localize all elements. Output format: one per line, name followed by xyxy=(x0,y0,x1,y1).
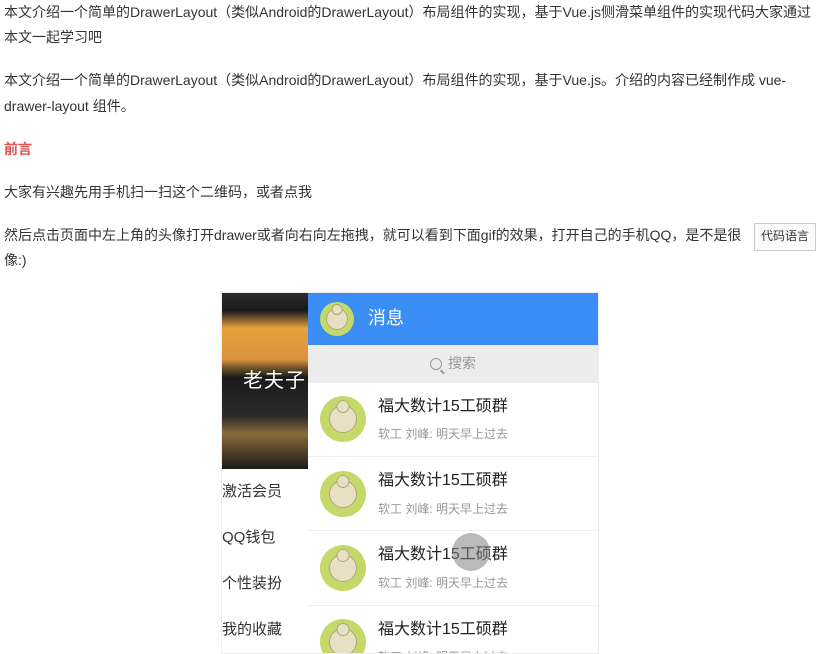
search-bar[interactable]: 搜索 xyxy=(308,345,598,383)
drawer-hero-label: 老夫子 xyxy=(243,363,306,399)
chat-subtitle: 软工 刘峰: 明天早上过去 xyxy=(378,424,586,446)
chat-meta: 福大数计15工硕群 软工 刘峰: 明天早上过去 xyxy=(378,393,586,446)
titlebar-title: 消息 xyxy=(368,302,404,334)
drawer-panel[interactable]: 老夫子 激活会员 QQ钱包 个性装扮 我的收藏 xyxy=(222,293,308,653)
chat-title: 福大数计15工硕群 xyxy=(378,616,586,645)
drawer-item-wallet[interactable]: QQ钱包 xyxy=(222,515,308,561)
paragraph-qr: 大家有兴趣先用手机扫一扫这个二维码，或者点我 xyxy=(4,180,816,205)
intro-paragraph-2: 本文介绍一个简单的DrawerLayout（类似Android的DrawerLa… xyxy=(4,68,816,118)
drawer-hero: 老夫子 xyxy=(222,293,308,469)
chat-subtitle: 软工 刘峰: 明天早上过去 xyxy=(378,499,586,521)
paragraph-drawer-desc-text: 然后点击页面中左上角的头像打开drawer或者向右向左拖拽，就可以看到下面gif… xyxy=(4,227,741,268)
code-language-label[interactable]: 代码语言 xyxy=(754,223,816,251)
list-item[interactable]: 福大数计15工硕群 软工 刘峰: 明天早上过去 xyxy=(308,383,598,457)
chat-list: 福大数计15工硕群 软工 刘峰: 明天早上过去 福大数计15工硕群 软工 刘峰:… xyxy=(308,383,598,653)
intro-paragraph-1: 本文介绍一个简单的DrawerLayout（类似Android的DrawerLa… xyxy=(4,0,816,50)
avatar-icon xyxy=(329,480,357,508)
drawer-item-vip[interactable]: 激活会员 xyxy=(222,469,308,515)
chat-avatar xyxy=(320,619,366,652)
avatar-icon xyxy=(329,405,357,433)
chat-title: 福大数计15工硕群 xyxy=(378,467,586,496)
avatar-icon xyxy=(326,308,348,330)
titlebar: 消息 xyxy=(308,293,598,345)
phone-demo: 老夫子 激活会员 QQ钱包 个性装扮 我的收藏 消息 xyxy=(221,292,599,654)
chat-avatar xyxy=(320,396,366,442)
list-item[interactable]: 福大数计15工硕群 软工 刘峰: 明天早上过去 xyxy=(308,606,598,653)
drawer-menu: 激活会员 QQ钱包 个性装扮 我的收藏 xyxy=(222,469,308,653)
chat-title: 福大数计15工硕群 xyxy=(378,541,586,570)
chat-meta: 福大数计15工硕群 软工 刘峰: 明天早上过去 xyxy=(378,541,586,594)
drawer-item-theme[interactable]: 个性装扮 xyxy=(222,561,308,607)
list-item[interactable]: 福大数计15工硕群 软工 刘峰: 明天早上过去 xyxy=(308,531,598,605)
avatar-button[interactable] xyxy=(320,302,354,336)
avatar-icon xyxy=(329,554,357,582)
chat-subtitle: 软工 刘峰: 明天早上过去 xyxy=(378,573,586,595)
chat-avatar xyxy=(320,471,366,517)
avatar-icon xyxy=(329,628,357,652)
paragraph-drawer-desc: 代码语言 然后点击页面中左上角的头像打开drawer或者向右向左拖拽，就可以看到… xyxy=(4,223,816,273)
phone-demo-wrap: 老夫子 激活会员 QQ钱包 个性装扮 我的收藏 消息 xyxy=(4,292,816,654)
main-content: 消息 搜索 福大数计15工硕群 软工 刘峰: 明天早上过去 xyxy=(308,293,598,653)
search-placeholder: 搜索 xyxy=(448,351,476,376)
search-icon xyxy=(430,358,442,370)
chat-meta: 福大数计15工硕群 软工 刘峰: 明天早上过去 xyxy=(378,616,586,653)
chat-subtitle: 软工 刘峰: 明天早上过去 xyxy=(378,647,586,652)
article-body: 本文介绍一个简单的DrawerLayout（类似Android的DrawerLa… xyxy=(0,0,820,654)
chat-meta: 福大数计15工硕群 软工 刘峰: 明天早上过去 xyxy=(378,467,586,520)
chat-avatar xyxy=(320,545,366,591)
section-heading-foreword: 前言 xyxy=(4,137,816,162)
list-item[interactable]: 福大数计15工硕群 软工 刘峰: 明天早上过去 xyxy=(308,457,598,531)
chat-title: 福大数计15工硕群 xyxy=(378,393,586,422)
